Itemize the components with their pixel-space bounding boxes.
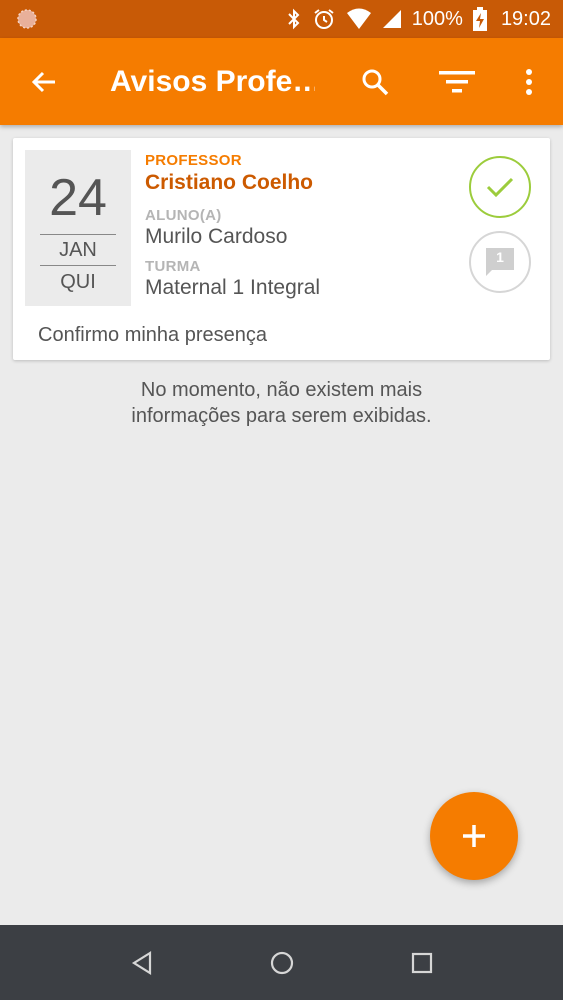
comment-count: 1 <box>496 249 504 265</box>
date-month: JAN <box>59 239 97 261</box>
page-title: Avisos Profe… <box>110 64 315 98</box>
empty-state-line: No momento, não existem mais <box>140 379 423 401</box>
filter-icon <box>439 70 475 92</box>
nav-back-icon <box>131 950 151 975</box>
check-icon <box>486 177 514 198</box>
class-label: TURMA <box>145 258 201 275</box>
nav-recents-icon <box>411 952 432 973</box>
filter-button[interactable] <box>429 54 485 110</box>
wifi-icon <box>346 8 371 29</box>
notice-info: PROFESSOR Cristiano Coelho ALUNO(A) Muri… <box>145 152 320 300</box>
date-box: 24 JAN QUI <box>25 150 131 306</box>
professor-name: Cristiano Coelho <box>145 171 314 194</box>
alarm-icon <box>314 9 334 29</box>
confirm-button[interactable] <box>469 156 531 218</box>
nav-recents-button[interactable] <box>392 933 452 993</box>
system-nav-bar <box>0 925 563 1000</box>
professor-label: PROFESSOR <box>145 152 242 169</box>
app-bar: Avisos Profe… <box>0 38 563 125</box>
search-icon <box>362 69 389 95</box>
notice-message: Confirmo minha presença <box>38 324 267 346</box>
app-bar-actions <box>347 54 557 110</box>
status-time: 19:02 <box>500 7 551 30</box>
nav-back-button[interactable] <box>112 933 172 993</box>
nav-home-button[interactable] <box>252 933 312 993</box>
bluetooth-icon <box>288 8 300 30</box>
status-right: 100% 19:02 <box>286 7 551 31</box>
search-button[interactable] <box>347 54 403 110</box>
date-weekday: QUI <box>60 271 96 293</box>
plus-icon <box>463 825 485 847</box>
add-notice-button[interactable] <box>430 792 518 880</box>
comments-button[interactable]: 1 <box>469 231 531 293</box>
comment-icon-wrap: 1 <box>484 246 516 278</box>
status-left <box>16 8 286 30</box>
class-name: Maternal 1 Integral <box>145 276 321 299</box>
student-label: ALUNO(A) <box>145 207 222 224</box>
nav-home-icon <box>270 951 293 974</box>
more-vert-icon <box>526 68 532 95</box>
battery-charging-icon <box>472 7 487 31</box>
battery-percent: 100% <box>411 7 463 30</box>
signal-icon <box>382 10 401 28</box>
status-bar: 100% 19:02 <box>0 0 563 38</box>
empty-state-line: informações para serem exibidas. <box>131 405 432 427</box>
notice-card[interactable]: 24 JAN QUI PROFESSOR Cristiano Coelho AL… <box>13 138 550 360</box>
date-day: 24 <box>49 169 107 227</box>
back-arrow-icon <box>31 71 55 92</box>
empty-state-text: No momento, não existem mais informações… <box>0 377 563 429</box>
more-options-button[interactable] <box>501 54 557 110</box>
back-button[interactable] <box>16 54 72 110</box>
student-name: Murilo Cardoso <box>145 225 288 248</box>
app-notification-icon <box>17 9 37 29</box>
